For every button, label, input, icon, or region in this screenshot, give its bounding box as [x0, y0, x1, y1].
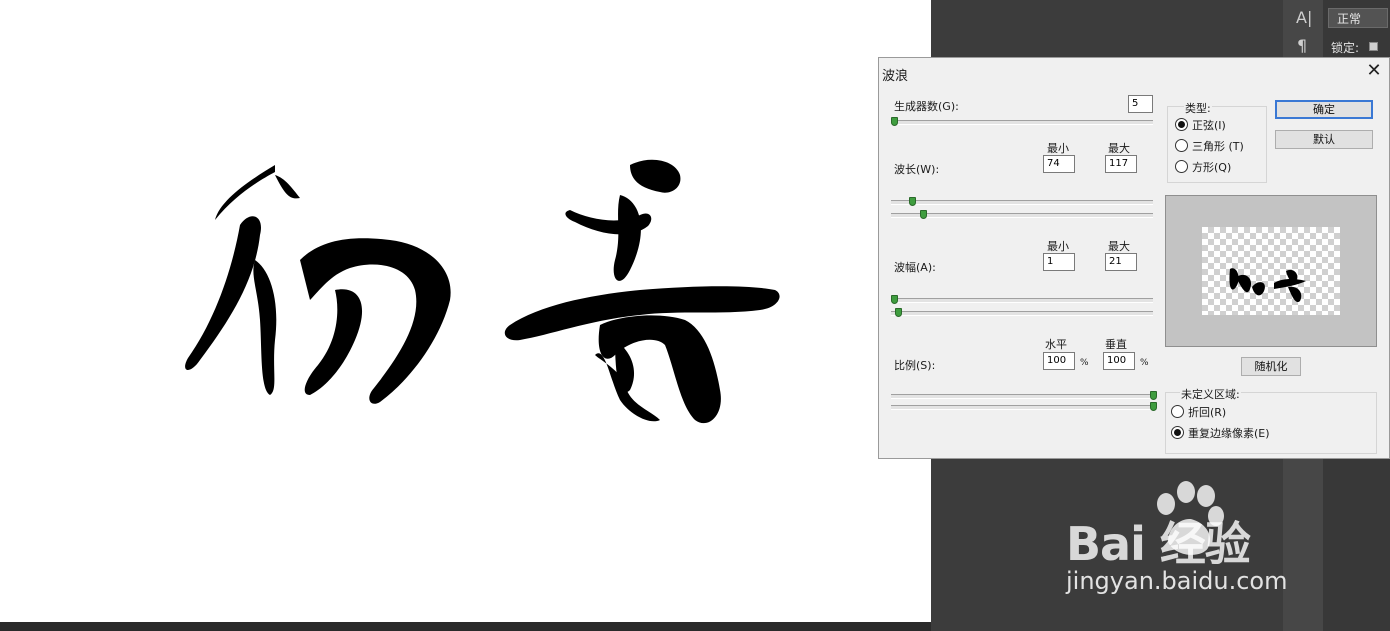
wave-filter-dialog: 波浪 ✕ 生成器数(G): 5 最小 最大 波长(W): 74 117 最小 最… — [878, 57, 1390, 459]
wavelength-label: 波长(W): — [894, 163, 940, 176]
text-tool-icon[interactable]: A| — [1296, 8, 1312, 27]
calligraphy-artwork — [185, 159, 780, 424]
scale-horizontal-label: 水平 — [1045, 338, 1067, 351]
watermark-brand: Bai 经验 — [1066, 517, 1251, 571]
wavelength-min-track[interactable] — [891, 200, 1153, 205]
wavelength-min-input[interactable]: 74 — [1043, 155, 1075, 173]
scale-horizontal-thumb[interactable] — [1150, 391, 1157, 400]
preview-calligraphy-thumbnail — [1229, 268, 1306, 303]
lock-transparency-icon[interactable] — [1369, 42, 1378, 51]
amplitude-max-thumb[interactable] — [895, 308, 902, 317]
wrap-around-label[interactable]: 折回(R) — [1188, 404, 1226, 420]
repeat-edge-pixels-radio[interactable] — [1171, 426, 1184, 439]
amplitude-min-track[interactable] — [891, 298, 1153, 303]
scale-horizontal-input[interactable]: 100 — [1043, 352, 1075, 370]
generators-slider-thumb[interactable] — [891, 117, 898, 126]
scale-horizontal-track[interactable] — [891, 394, 1153, 399]
default-button[interactable]: 默认 — [1275, 130, 1373, 149]
scale-vertical-unit: % — [1140, 358, 1149, 368]
amplitude-max-input[interactable]: 21 — [1105, 253, 1137, 271]
type-sine-label[interactable]: 正弦(I) — [1192, 117, 1226, 133]
scale-horizontal-unit: % — [1080, 358, 1089, 368]
wavelength-min-label: 最小 — [1047, 142, 1069, 155]
type-triangle-label[interactable]: 三角形 (T) — [1192, 138, 1244, 154]
generators-label: 生成器数(G): — [894, 100, 959, 113]
wavelength-min-thumb[interactable] — [909, 197, 916, 206]
lock-label: 锁定: — [1331, 41, 1360, 55]
wrap-around-radio[interactable] — [1171, 405, 1184, 418]
paragraph-icon[interactable]: ¶ — [1297, 36, 1307, 55]
wavelength-max-thumb[interactable] — [920, 210, 927, 219]
amplitude-min-input[interactable]: 1 — [1043, 253, 1075, 271]
undefined-area-title: 未定义区域: — [1180, 386, 1241, 402]
wavelength-max-label: 最大 — [1108, 142, 1130, 155]
close-icon[interactable]: ✕ — [1365, 62, 1383, 80]
scale-vertical-label: 垂直 — [1105, 338, 1127, 351]
amplitude-min-thumb[interactable] — [891, 295, 898, 304]
document-canvas[interactable] — [0, 0, 931, 622]
dialog-title: 波浪 — [882, 69, 909, 84]
type-sine-radio[interactable] — [1175, 118, 1188, 131]
wavelength-max-input[interactable]: 117 — [1105, 155, 1137, 173]
amplitude-max-track[interactable] — [891, 311, 1153, 316]
preview-transparency — [1202, 227, 1340, 315]
amplitude-min-label: 最小 — [1047, 240, 1069, 253]
type-triangle-radio[interactable] — [1175, 139, 1188, 152]
randomize-button[interactable]: 随机化 — [1241, 357, 1301, 376]
scale-label: 比例(S): — [894, 359, 936, 372]
wave-preview — [1165, 195, 1377, 347]
generators-slider-track[interactable] — [891, 120, 1153, 125]
type-group-title: 类型: — [1184, 100, 1212, 116]
ok-button[interactable]: 确定 — [1275, 100, 1373, 119]
canvas-bottom-bar — [0, 622, 931, 631]
scale-vertical-track[interactable] — [891, 405, 1153, 410]
generators-input[interactable]: 5 — [1128, 95, 1153, 113]
watermark-url: jingyan.baidu.com — [1066, 567, 1288, 595]
amplitude-label: 波幅(A): — [894, 261, 936, 274]
scale-vertical-thumb[interactable] — [1150, 402, 1157, 411]
wavelength-max-track[interactable] — [891, 213, 1153, 218]
blend-mode-select[interactable]: 正常 — [1328, 8, 1388, 28]
type-square-label[interactable]: 方形(Q) — [1192, 159, 1231, 175]
scale-vertical-input[interactable]: 100 — [1103, 352, 1135, 370]
amplitude-max-label: 最大 — [1108, 240, 1130, 253]
repeat-edge-pixels-label[interactable]: 重复边缘像素(E) — [1188, 425, 1270, 441]
type-square-radio[interactable] — [1175, 160, 1188, 173]
